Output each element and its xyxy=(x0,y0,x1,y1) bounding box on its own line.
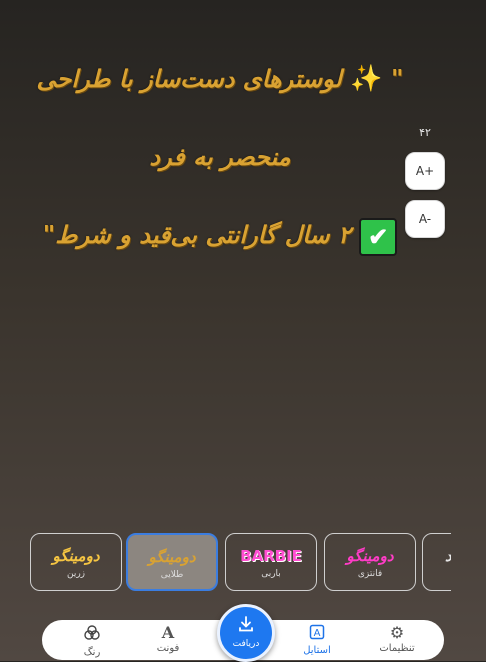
nav-style[interactable]: A استایل xyxy=(287,620,347,660)
nav-color-label: رنگ xyxy=(83,647,101,658)
style-card-talaei[interactable]: دومینگو طلایی xyxy=(126,533,218,591)
sparkles-emoji: ✨ xyxy=(350,64,383,94)
gear-icon: ⚙ xyxy=(389,623,405,642)
style-preview: دومینگو xyxy=(346,547,394,565)
nav-style-label: استایل xyxy=(303,645,331,656)
style-card-partial[interactable]: د xyxy=(422,533,451,591)
style-card-fantezi[interactable]: دومینگو فانتزی xyxy=(324,533,416,591)
style-label: فانتزی xyxy=(357,569,383,579)
quote-line-2: منحصر به فرد xyxy=(149,142,291,171)
nav-settings[interactable]: ⚙ تنظیمات xyxy=(367,620,427,660)
nav-color[interactable]: رنگ xyxy=(62,620,122,660)
style-preview: BARBIE xyxy=(240,547,302,565)
nav-font-label: فونت xyxy=(156,643,180,654)
font-decrease-button[interactable]: A- xyxy=(405,200,445,238)
nav-font[interactable]: A فونت xyxy=(138,620,198,660)
color-circles-icon xyxy=(62,624,122,646)
svg-text:A: A xyxy=(314,628,321,639)
style-selector[interactable]: دومینگو زرین دومینگو طلایی BARBIE باربی … xyxy=(0,532,451,594)
quote-line-1: " ✨ لوسترهای دست‌ساز با طراحی xyxy=(36,64,404,94)
font-icon: A xyxy=(161,623,175,642)
style-preview: د xyxy=(423,547,451,565)
font-increase-button[interactable]: A+ xyxy=(405,152,445,190)
style-preview: دومینگو xyxy=(148,548,196,566)
style-card-zarin[interactable]: دومینگو زرین xyxy=(30,533,122,591)
style-icon: A xyxy=(287,624,347,644)
nav-settings-label: تنظیمات xyxy=(379,643,415,654)
style-label: طلایی xyxy=(160,570,184,580)
style-preview: دومینگو xyxy=(52,547,100,565)
quote-line-3: ✔ ۲ سال گارانتی بی‌قید و شرط" xyxy=(30,196,410,274)
download-label: دریافت xyxy=(232,639,260,649)
style-card-barbie[interactable]: BARBIE باربی xyxy=(225,533,317,591)
style-label: باربی xyxy=(261,569,281,579)
download-button[interactable]: دریافت xyxy=(217,604,275,662)
style-label: زرین xyxy=(66,569,86,579)
quote-text: " ✨ لوسترهای دست‌ساز با طراحی منحصر به ف… xyxy=(30,40,410,274)
check-mark-emoji: ✔ xyxy=(359,217,398,256)
font-size-value: ۴۲ xyxy=(419,126,431,139)
download-icon xyxy=(220,615,272,637)
